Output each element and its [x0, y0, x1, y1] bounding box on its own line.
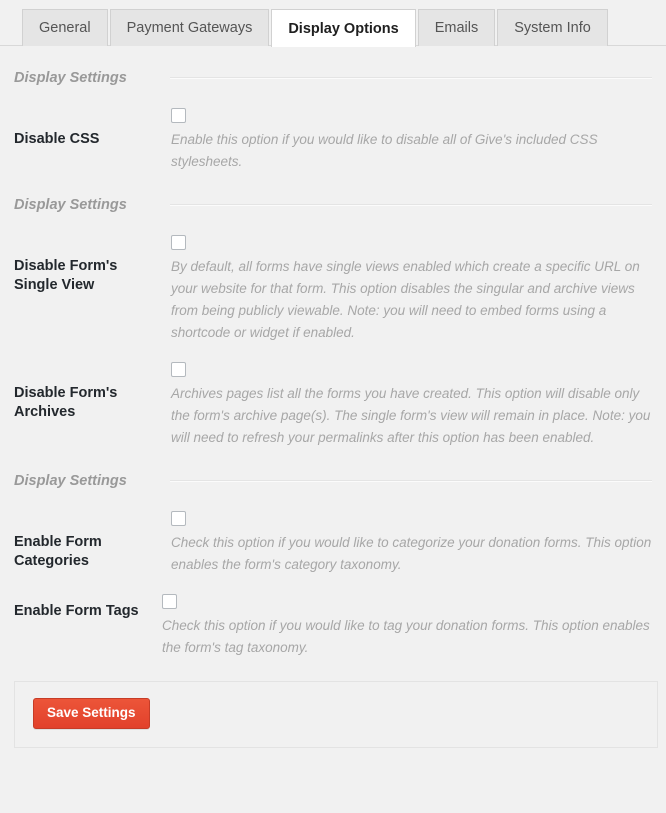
settings-content: Display Settings Disable CSS Enable this o…: [0, 46, 666, 659]
setting-description-disable-form-s-archives: Archives pages list all the forms you ha…: [171, 386, 651, 445]
setting-label-disable-css: Disable CSS: [14, 131, 100, 147]
setting-control-disable-form-s-single-view: By default, all forms have single views …: [154, 235, 658, 344]
setting-description-disable-form-s-single-view: By default, all forms have single views …: [171, 259, 640, 340]
setting-description-disable-css: Enable this option if you would like to …: [171, 132, 598, 169]
setting-control-enable-form-tags: Check this option if you would like to t…: [154, 594, 658, 659]
tab-payment-gateways[interactable]: Payment Gateways: [109, 9, 270, 46]
section-header: Display Settings: [14, 46, 658, 90]
setting-label-disable-form-s-single-view: Disable Form's Single View: [14, 258, 118, 293]
setting-description-enable-form-tags: Check this option if you would like to t…: [162, 618, 650, 655]
checkbox-enable-form-categories[interactable]: [171, 511, 186, 526]
setting-label-enable-form-tags: Enable Form Tags: [14, 603, 139, 619]
setting-control-disable-css: Enable this option if you would like to …: [154, 108, 658, 173]
section-divider: [170, 77, 652, 79]
tab-general[interactable]: General: [22, 9, 108, 46]
section-title: Display Settings: [14, 70, 127, 86]
tab-system-info[interactable]: System Info: [497, 9, 608, 46]
setting-row-disable-form-s-archives: Disable Form's Archives Archives pages li…: [14, 344, 658, 449]
setting-row-enable-form-categories: Enable Form Categories Check this option …: [14, 493, 658, 576]
checkbox-disable-form-s-single-view[interactable]: [171, 235, 186, 250]
save-settings-button[interactable]: Save Settings: [33, 698, 150, 729]
setting-control-enable-form-categories: Check this option if you would like to c…: [154, 511, 658, 576]
section-title: Display Settings: [14, 473, 127, 489]
setting-row-disable-css: Disable CSS Enable this option if you wou…: [14, 90, 658, 173]
tab-display-options[interactable]: Display Options: [271, 9, 416, 47]
setting-control-disable-form-s-archives: Archives pages list all the forms you ha…: [154, 362, 658, 449]
section-header: Display Settings: [14, 173, 658, 217]
section-divider: [170, 204, 652, 206]
setting-row-disable-form-s-single-view: Disable Form's Single View By default, al…: [14, 217, 658, 344]
settings-tab-bar: General Payment Gateways Display Options Em…: [0, 0, 666, 47]
section-title: Display Settings: [14, 197, 127, 213]
checkbox-disable-css[interactable]: [171, 108, 186, 123]
setting-description-enable-form-categories: Check this option if you would like to c…: [171, 535, 652, 572]
save-settings-panel: Save Settings: [14, 681, 658, 748]
tab-emails[interactable]: Emails: [417, 9, 496, 46]
checkbox-disable-form-s-archives[interactable]: [171, 362, 186, 377]
section-divider: [170, 480, 652, 482]
section-header: Display Settings: [14, 449, 658, 493]
setting-label-enable-form-categories: Enable Form Categories: [14, 534, 102, 569]
checkbox-enable-form-tags[interactable]: [162, 594, 177, 609]
setting-label-disable-form-s-archives: Disable Form's Archives: [14, 385, 118, 420]
setting-row-enable-form-tags: Enable Form Tags Check this option if you…: [14, 576, 658, 659]
